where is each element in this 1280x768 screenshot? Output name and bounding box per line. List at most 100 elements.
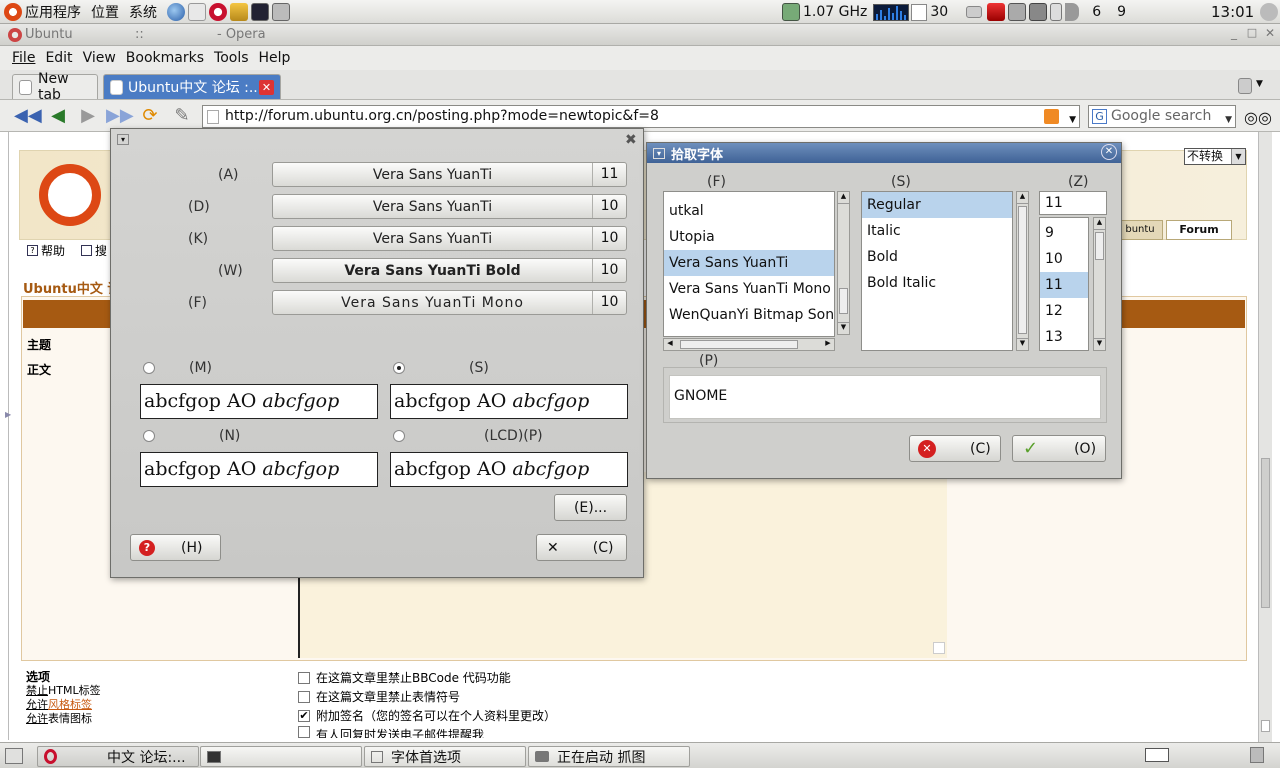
address-dropdown-icon[interactable]: ▼ bbox=[1069, 110, 1076, 131]
close-button[interactable]: ✕ (C) bbox=[536, 534, 627, 561]
edit-pen-icon[interactable]: ✎ bbox=[170, 104, 194, 128]
ubuntu-logo-icon[interactable] bbox=[4, 2, 22, 21]
family-item[interactable]: utkal bbox=[664, 198, 834, 224]
printer-icon[interactable] bbox=[966, 6, 983, 18]
checkbox-disable-bbcode[interactable]: 在这篇文章里禁止BBCode 代码功能 bbox=[298, 669, 511, 686]
tab-new[interactable]: New tab bbox=[12, 71, 98, 103]
menu-system[interactable]: 系统 bbox=[129, 2, 157, 22]
dialog-menu-icon[interactable]: ▾ bbox=[117, 134, 129, 145]
dialog-menu-icon[interactable]: ▾ bbox=[653, 147, 665, 159]
rss-icon[interactable] bbox=[1044, 109, 1059, 124]
checkbox-box[interactable] bbox=[298, 726, 310, 738]
fast-forward-icon[interactable]: ▶▶ bbox=[106, 104, 134, 128]
preview-entry[interactable]: GNOME bbox=[669, 375, 1101, 419]
checkbox-checked-icon[interactable]: ✔ bbox=[298, 709, 310, 722]
checkbox-box[interactable] bbox=[298, 671, 310, 684]
font-button-desktop[interactable]: Vera Sans YuanTi 10 bbox=[272, 226, 627, 251]
size-item[interactable]: 10 bbox=[1040, 246, 1088, 272]
font-button-application[interactable]: Vera Sans YuanTi 11 bbox=[272, 162, 627, 187]
family-item[interactable]: Vera Sans YuanTi Mono bbox=[664, 276, 834, 302]
family-vscrollbar[interactable]: ▲ ▼ bbox=[837, 191, 850, 335]
option-link-smilies[interactable]: 允许表情图标 bbox=[26, 710, 92, 726]
ok-button[interactable]: ✓ (O) bbox=[1012, 435, 1106, 462]
screen-icon[interactable] bbox=[1029, 3, 1048, 21]
menu-view[interactable]: View bbox=[83, 50, 116, 66]
mail-launcher-icon[interactable] bbox=[188, 2, 206, 21]
trash-icon[interactable] bbox=[1238, 78, 1252, 94]
render-radio-monochrome[interactable] bbox=[143, 362, 155, 374]
render-radio-subpixel[interactable] bbox=[393, 430, 405, 442]
size-item[interactable]: 9 bbox=[1040, 220, 1088, 246]
style-item[interactable]: Bold bbox=[862, 244, 1012, 270]
menu-bookmarks[interactable]: Bookmarks bbox=[126, 50, 204, 66]
checkbox-attach-signature[interactable]: ✔ 附加签名（您的签名可以在个人资料里更改） bbox=[298, 707, 556, 724]
checkbox-box[interactable] bbox=[298, 690, 310, 703]
quit-icon[interactable] bbox=[1260, 3, 1278, 21]
font-button-fixed-width[interactable]: Vera Sans YuanTi Mono 10 bbox=[272, 290, 627, 315]
render-radio-best-shapes[interactable] bbox=[393, 362, 405, 374]
search-dropdown-icon[interactable]: ▼ bbox=[1225, 110, 1232, 131]
maximize-button[interactable]: □ bbox=[1244, 26, 1260, 42]
size-vscrollbar[interactable]: ▲ ▼ bbox=[1093, 217, 1106, 351]
clock[interactable]: 13:01 bbox=[1211, 3, 1254, 21]
style-vscrollbar[interactable]: ▲ ▼ bbox=[1016, 191, 1029, 351]
font-button-document[interactable]: Vera Sans YuanTi 10 bbox=[272, 194, 627, 219]
menu-help[interactable]: Help bbox=[259, 50, 291, 66]
user-launcher-icon[interactable] bbox=[230, 2, 248, 21]
render-radio-best-contrast[interactable] bbox=[143, 430, 155, 442]
menu-applications[interactable]: 应用程序 bbox=[25, 2, 81, 22]
size-entry[interactable]: 11 bbox=[1039, 191, 1107, 215]
ubuntu-logo-icon[interactable] bbox=[39, 164, 101, 226]
reload-icon[interactable]: ⟳ bbox=[138, 104, 162, 128]
tab-close-icon[interactable]: ✕ bbox=[259, 79, 274, 95]
tab-forum[interactable]: Ubuntu中文 论坛 :... ✕ bbox=[103, 74, 281, 99]
close-icon[interactable]: ✕ bbox=[1101, 144, 1117, 160]
page-scroll-down[interactable] bbox=[1261, 720, 1270, 732]
show-desktop-icon[interactable] bbox=[5, 748, 23, 764]
task-font-preferences[interactable]: 字体首选项 bbox=[364, 746, 526, 767]
page-scroll-thumb[interactable] bbox=[1261, 458, 1270, 608]
style-item[interactable]: Bold Italic bbox=[862, 270, 1012, 296]
tab-forum-site[interactable]: Forum bbox=[1166, 220, 1232, 240]
task-opera[interactable]: 中文 论坛:... bbox=[37, 746, 199, 767]
search-input[interactable]: G Google search ▼ bbox=[1088, 105, 1236, 128]
opera-launcher-icon[interactable] bbox=[209, 2, 227, 21]
reading-glasses-icon[interactable]: ◎◎ bbox=[1244, 108, 1272, 127]
checkbox-notify-reply[interactable]: 有人回复时发送电子邮件提醒我 bbox=[298, 726, 484, 738]
textarea-resize-icon[interactable] bbox=[933, 642, 945, 654]
camera-launcher-icon[interactable] bbox=[272, 2, 290, 21]
details-button[interactable]: (E)... bbox=[554, 494, 627, 521]
forum-help-link[interactable]: ? 帮助 bbox=[27, 242, 65, 259]
task-screenshot[interactable]: 正在启动 抓图 bbox=[528, 746, 690, 767]
workspace-switcher-icon[interactable] bbox=[1145, 748, 1169, 762]
volume-icon[interactable] bbox=[1065, 3, 1080, 21]
minimize-button[interactable]: _ bbox=[1226, 26, 1242, 42]
family-hscrollbar[interactable]: ◀ ▶ bbox=[663, 338, 835, 351]
trash-dropdown-icon[interactable]: ▼ bbox=[1256, 79, 1263, 89]
address-input[interactable]: http://forum.ubuntu.org.cn/posting.php?m… bbox=[202, 105, 1080, 128]
menu-edit[interactable]: Edit bbox=[45, 50, 72, 66]
size-item[interactable]: 13 bbox=[1040, 324, 1088, 350]
menu-tools[interactable]: Tools bbox=[214, 50, 249, 66]
browser-launcher-icon[interactable] bbox=[167, 2, 185, 21]
size-item[interactable]: 12 bbox=[1040, 298, 1088, 324]
terminal-launcher-icon[interactable] bbox=[251, 2, 269, 21]
forward-icon[interactable]: ▶ bbox=[76, 104, 100, 128]
power-plug-icon[interactable] bbox=[1050, 3, 1063, 21]
font-button-window-title[interactable]: Vera Sans YuanTi Bold 10 bbox=[272, 258, 627, 283]
cancel-button[interactable]: ✕ (C) bbox=[909, 435, 1001, 462]
close-icon[interactable]: ✖ bbox=[625, 132, 637, 148]
family-item[interactable]: WenQuanYi Bitmap Son bbox=[664, 302, 834, 328]
checkbox-disable-smilies[interactable]: 在这篇文章里禁止表情符号 bbox=[298, 688, 460, 705]
convert-select[interactable]: 不转换 ▼ bbox=[1184, 148, 1246, 165]
size-list[interactable]: 9 10 11 12 13 bbox=[1039, 217, 1089, 351]
rewind-icon[interactable]: ◀◀ bbox=[14, 104, 42, 128]
help-button[interactable]: ? (H) bbox=[130, 534, 221, 561]
style-item[interactable]: Italic bbox=[862, 218, 1012, 244]
forum-search-link[interactable]: 搜 bbox=[81, 242, 107, 259]
size-item-selected[interactable]: 11 bbox=[1040, 272, 1088, 298]
tab-ubuntu-site[interactable]: buntu bbox=[1117, 220, 1163, 240]
menu-file[interactable]: File bbox=[12, 50, 35, 66]
trash-applet-icon[interactable] bbox=[1250, 747, 1264, 763]
update-shield-icon[interactable] bbox=[987, 3, 1006, 21]
